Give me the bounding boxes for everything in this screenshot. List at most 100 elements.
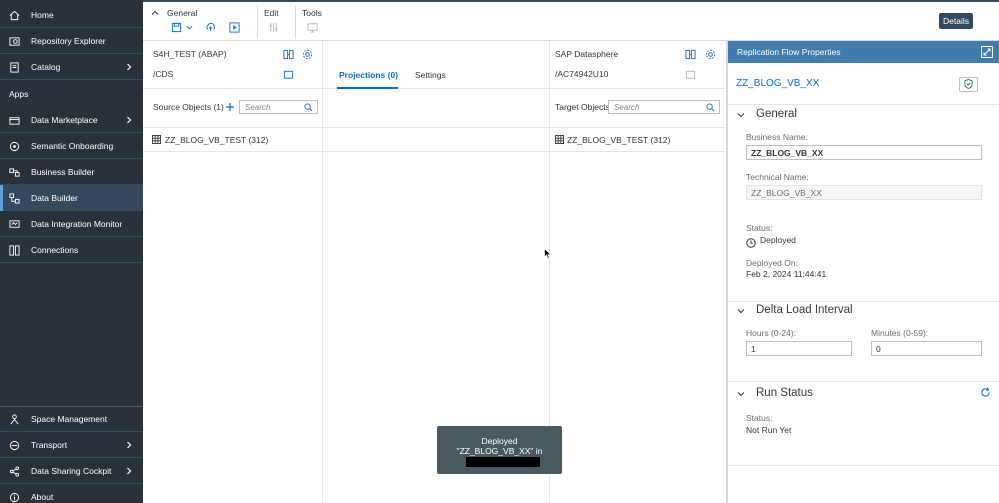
monitor-icon	[8, 218, 20, 230]
onboarding-icon	[8, 140, 20, 152]
divider	[728, 381, 999, 382]
sidebar-item-data-integration-monitor[interactable]: Data Integration Monitor	[0, 211, 143, 237]
tab-projections[interactable]: Projections (0)	[339, 70, 398, 80]
minutes-input[interactable]: 0	[871, 341, 982, 356]
run-icon[interactable]	[228, 21, 240, 33]
source-search-input[interactable]: Search	[239, 100, 318, 114]
chevron-down-icon[interactable]	[183, 21, 195, 33]
toolbar-group-tools: Tools	[302, 8, 322, 18]
object-name: ZZ_BLOG_VB_XX	[736, 78, 820, 89]
chevron-down-icon[interactable]	[736, 110, 746, 120]
target-objects-header: Target Objects	[555, 102, 610, 112]
table-icon	[152, 135, 161, 144]
sidebar-item-space-management[interactable]: Space Management	[0, 406, 143, 432]
business-builder-icon	[8, 166, 20, 178]
apps-header: Apps	[9, 89, 29, 99]
divider	[323, 127, 550, 128]
sidebar-item-label: Data Sharing Cockpit	[31, 465, 112, 476]
sidebar-item-label: About	[31, 492, 54, 502]
sidebar: Home Repository Explorer Catalog Apps Da…	[0, 0, 143, 503]
folder-icon[interactable]	[283, 69, 294, 80]
settings-icon[interactable]	[705, 49, 716, 60]
expand-icon[interactable]	[981, 46, 993, 58]
search-icon[interactable]	[304, 103, 313, 112]
toolbar-separator	[295, 6, 296, 39]
space-icon	[8, 413, 20, 425]
save-icon[interactable]	[170, 21, 182, 33]
sidebar-item-data-builder[interactable]: Data Builder	[0, 185, 143, 211]
chevron-right-icon	[123, 114, 135, 126]
sidebar-item-home[interactable]: Home	[0, 2, 143, 28]
tools-icon[interactable]	[306, 21, 318, 33]
details-button[interactable]: Details	[939, 13, 973, 29]
deploy-icon[interactable]	[204, 21, 216, 33]
properties-title: Replication Flow Properties	[737, 47, 841, 57]
divider	[143, 151, 323, 152]
source-objects-header: Source Objects (1)	[153, 102, 224, 112]
divider	[323, 151, 550, 152]
tab-settings[interactable]: Settings	[415, 70, 446, 80]
sidebar-item-business-builder[interactable]: Business Builder	[0, 159, 143, 185]
refresh-icon[interactable]	[980, 387, 991, 398]
sidebar-item-label: Data Integration Monitor	[31, 218, 123, 229]
settings-icon[interactable]	[302, 49, 313, 60]
search-icon[interactable]	[706, 103, 715, 112]
divider	[550, 88, 725, 89]
hours-input[interactable]: 1	[746, 341, 852, 356]
business-name-field[interactable]: ZZ_BLOG_VB_XX	[746, 145, 982, 160]
delta-section-title[interactable]: Delta Load Interval	[756, 304, 853, 316]
target-search-input[interactable]: Search	[608, 100, 720, 114]
chevron-right-icon	[123, 465, 135, 477]
general-section-title[interactable]: General	[756, 108, 797, 120]
sidebar-item-transport[interactable]: Transport	[0, 432, 143, 458]
sidebar-item-label: Data Marketplace	[31, 114, 98, 125]
sidebar-item-label: Repository Explorer	[31, 35, 106, 46]
sidebar-item-data-sharing-cockpit[interactable]: Data Sharing Cockpit	[0, 458, 143, 484]
run-status-section-title[interactable]: Run Status	[756, 387, 813, 399]
target-panel: SAP Datasphere /AC74942U10 Target Object…	[550, 41, 725, 503]
chevron-right-icon	[123, 61, 135, 73]
search-placeholder: Search	[614, 102, 640, 112]
sidebar-item-catalog[interactable]: Catalog	[0, 54, 143, 80]
target-container: /AC74942U10	[555, 69, 609, 79]
source-panel: S4H_TEST (ABAP) /CDS Source Objects (1) …	[143, 41, 323, 503]
chevron-down-icon[interactable]	[736, 389, 746, 399]
connection-icon[interactable]	[283, 49, 294, 60]
source-connection: S4H_TEST (ABAP)	[153, 49, 227, 59]
run-status-value: Not Run Yet	[746, 425, 792, 435]
deployed-on-label: Deployed On:	[746, 258, 798, 268]
collapse-icon[interactable]	[151, 9, 159, 17]
about-icon	[8, 491, 20, 503]
clock-icon	[746, 238, 756, 248]
shield-icon	[964, 78, 973, 91]
folder-icon[interactable]	[685, 69, 696, 80]
toast-message: Deployed "ZZ_BLOG_VB_XX" in	[437, 426, 562, 474]
source-object-row[interactable]: ZZ_BLOG_VB_TEST (312)	[143, 128, 323, 152]
toast-line2: "ZZ_BLOG_VB_XX" in	[456, 446, 543, 456]
target-object-row[interactable]: ZZ_BLOG_VB_TEST (312)	[550, 128, 725, 152]
deployed-on-value: Feb 2, 2024 11:44:41	[746, 269, 827, 279]
chevron-down-icon[interactable]	[736, 306, 746, 316]
sidebar-item-semantic-onboarding[interactable]: Semantic Onboarding	[0, 133, 143, 159]
table-icon	[555, 135, 564, 144]
toolbar: General Edit Tools Details	[143, 0, 999, 41]
sidebar-item-data-marketplace[interactable]: Data Marketplace	[0, 107, 143, 133]
active-tab-indicator	[337, 87, 398, 89]
sidebar-item-label: Transport	[31, 439, 68, 450]
cursor-icon	[544, 247, 552, 260]
sidebar-item-about[interactable]: About	[0, 484, 143, 503]
sidebar-item-repository-explorer[interactable]: Repository Explorer	[0, 28, 143, 54]
sidebar-item-connections[interactable]: Connections	[0, 237, 143, 263]
mapping-icon[interactable]	[267, 21, 279, 33]
properties-header: Replication Flow Properties	[728, 41, 999, 63]
connection-icon[interactable]	[685, 49, 696, 60]
status-label: Status:	[746, 223, 773, 233]
home-icon	[8, 9, 20, 21]
sidebar-item-label: Semantic Onboarding	[31, 140, 114, 151]
shield-button[interactable]	[959, 77, 978, 92]
redacted-text	[466, 457, 540, 467]
add-icon[interactable]	[225, 102, 235, 112]
divider	[728, 465, 999, 466]
toolbar-group-edit: Edit	[264, 8, 279, 18]
share-icon	[8, 465, 20, 477]
